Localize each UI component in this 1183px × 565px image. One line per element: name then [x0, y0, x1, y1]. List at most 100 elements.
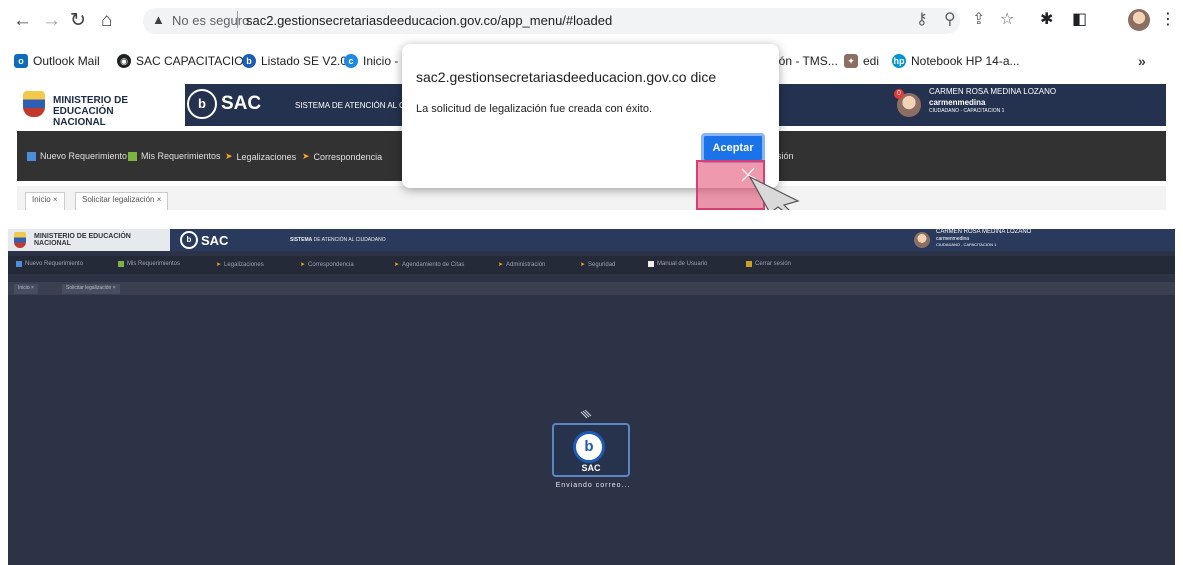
star-icon[interactable]: ☆ [1000, 10, 1014, 30]
avatar[interactable] [914, 232, 930, 248]
zoom-icon[interactable]: ⚲ [944, 10, 956, 30]
forward-icon[interactable]: → [42, 10, 61, 32]
menu-label: Mis Requerimientos [141, 151, 221, 161]
arrow-icon: ➤ [498, 262, 504, 268]
arrow-icon: ➤ [394, 262, 400, 268]
sac-logo[interactable]: b SAC [187, 89, 261, 119]
globe-icon: ◉ [117, 54, 131, 68]
tab-solicitar-legalizacion[interactable]: Solicitar legalización × [62, 284, 120, 294]
document-icon [16, 261, 22, 267]
menu-nuevo-requerimiento[interactable]: Nuevo Requerimiento [16, 261, 83, 267]
menu-label: Nuevo Requerimiento [25, 261, 84, 267]
share-icon[interactable]: ⇪ [972, 10, 985, 30]
menu-label: Manual de Usuario [657, 261, 708, 267]
menu-icon[interactable]: ⋮ [1160, 10, 1176, 30]
user-name[interactable]: CARMEN ROSA MEDINA LOZANO [929, 87, 1056, 96]
system-title: SISTEMA DE ATENCIÓN AL CIUDADANO [290, 237, 386, 243]
dialog-origin: sac2.gestionsecretariasdeeducacion.gov.c… [416, 69, 717, 85]
colombia-crest-icon [14, 232, 26, 248]
menu-label: sión [777, 151, 794, 161]
book-icon [648, 261, 654, 267]
bookmark-inicio[interactable]: c Inicio - C [344, 54, 410, 68]
tab-inicio[interactable]: Inicio × [14, 284, 38, 294]
outlook-icon: o [14, 54, 28, 68]
logout-icon [746, 261, 752, 267]
app-tabstrip: Inicio × Solicitar legalización × [8, 282, 1175, 295]
menu-label: Cerrar sesión [755, 261, 792, 267]
tab-inicio[interactable]: Inicio × [25, 192, 65, 210]
loading-brand: SAC [581, 463, 601, 473]
menu-label: Correspondencia [313, 151, 383, 162]
ministry-logo[interactable]: MINISTERIO DE EDUCACIÓN NACIONAL [17, 84, 185, 128]
more-bookmarks-button[interactable]: » [1138, 53, 1146, 69]
system-title-bold: SISTEMA [290, 237, 313, 243]
cursor-pointer-icon [741, 167, 800, 210]
ministry-line-1: MINISTERIO DE EDUCACIÓN [34, 233, 131, 240]
extensions-icon[interactable]: ✱ [1040, 10, 1053, 30]
user-name[interactable]: CARMEN ROSA MEDINA LOZANO [936, 229, 1031, 235]
hp-icon: hp [892, 54, 906, 68]
bookmark-label: Outlook Mail [33, 54, 100, 68]
sidepanel-icon[interactable]: ◧ [1072, 10, 1087, 30]
accept-button[interactable]: Aceptar [701, 133, 765, 163]
bookmark-hp[interactable]: hp Notebook HP 14-a... [892, 54, 1020, 68]
menu-cerrar-sesion[interactable]: Cerrar sesión [746, 261, 791, 267]
sac-brand: SAC [201, 232, 229, 248]
dialog-message: La solicitud de legalización fue creada … [416, 103, 653, 115]
url-text[interactable]: sac2.gestionsecretariasdeeducacion.gov.c… [246, 13, 612, 28]
key-icon[interactable]: ⚷ [916, 10, 928, 30]
loading-screen: MINISTERIO DE EDUCACIÓN NACIONAL b SAC S… [8, 229, 1175, 565]
menu-mis-requerimientos[interactable]: Mis Requerimientos [118, 261, 180, 267]
sac-hand-icon: b [187, 89, 217, 119]
menu-nuevo-requerimiento[interactable]: Nuevo Requerimiento [27, 151, 127, 161]
ministry-line-2: NACIONAL [53, 117, 106, 128]
ministry-logo[interactable]: MINISTERIO DE EDUCACIÓN NACIONAL [8, 229, 170, 251]
menu-correspondencia[interactable]: ➤ Correspondencia [300, 261, 354, 269]
browser-window-top: ← → ↻ ⌂ ▲ No es seguro sac2.gestionsecre… [0, 0, 1183, 210]
bookmark-tms[interactable]: ión - TMS... [776, 54, 838, 68]
crest-icon: ✦ [844, 54, 858, 68]
menu-agendamiento[interactable]: ➤ Agendamiento de Citas [394, 261, 465, 269]
arrow-icon: ➤ [302, 151, 310, 161]
bookmark-sac-capacitacion[interactable]: ◉ SAC CAPACITACIO... [117, 54, 254, 68]
loading-message: Enviando correo... [555, 482, 631, 489]
sac-brand: SAC [221, 93, 262, 114]
menu-label: Legalizaciones [224, 261, 264, 268]
colombia-crest-icon [23, 91, 45, 117]
bookmark-outlook[interactable]: o Outlook Mail [14, 54, 100, 68]
bookmark-label: SAC CAPACITACIO... [136, 54, 254, 68]
sac-logo[interactable]: b SAC [180, 231, 228, 249]
url-separator [237, 11, 238, 28]
home-icon[interactable]: ⌂ [101, 10, 112, 32]
bookmark-listado[interactable]: b Listado SE V2.0 [242, 54, 347, 68]
sac-hand-icon: b [180, 231, 198, 249]
menu-label: Correspondencia [308, 261, 354, 268]
menu-label: Agendamiento de Citas [402, 261, 465, 268]
browser-toolbar: ← → ↻ ⌂ ▲ No es seguro sac2.gestionsecre… [0, 0, 1183, 44]
menu-manual-usuario[interactable]: Manual de Usuario [648, 261, 707, 267]
sac-hand-icon: b [573, 431, 605, 463]
menu-correspondencia[interactable]: ➤ Correspondencia [302, 151, 382, 162]
reload-icon[interactable]: ↻ [70, 10, 86, 32]
menu-legalizaciones[interactable]: ➤ Legalizaciones [216, 261, 264, 269]
list-icon [128, 151, 137, 161]
bookmark-edi[interactable]: ✦ edi [844, 54, 879, 68]
app-header: MINISTERIO DE EDUCACIÓN NACIONAL b SAC S… [8, 229, 1175, 251]
warning-icon[interactable]: ▲ [152, 12, 165, 27]
menu-label: Seguridad [588, 261, 616, 268]
profile-avatar[interactable] [1128, 9, 1150, 31]
bookmark-label: Notebook HP 14-a... [911, 54, 1020, 68]
menu-seguridad[interactable]: ➤ Seguridad [580, 261, 616, 269]
menu-cerrar-sesion[interactable]: sión [777, 151, 794, 161]
tab-solicitar-legalizacion[interactable]: Solicitar legalización × [75, 192, 169, 210]
c-icon: c [344, 54, 358, 68]
app-menubar: Nuevo Requerimiento Mis Requerimientos ➤… [8, 256, 1175, 274]
back-icon[interactable]: ← [13, 10, 32, 32]
ministry-name: MINISTERIO DE EDUCACIÓN NACIONAL [34, 233, 131, 247]
menu-administracion[interactable]: ➤ Administración [498, 261, 545, 269]
bookmark-label: ión - TMS... [776, 54, 838, 68]
sac-loading-logo: b SAC [552, 423, 630, 477]
notification-badge[interactable]: 0 [894, 89, 904, 99]
menu-mis-requerimientos[interactable]: Mis Requerimientos [128, 151, 221, 161]
menu-legalizaciones[interactable]: ➤ Legalizaciones [225, 151, 296, 162]
